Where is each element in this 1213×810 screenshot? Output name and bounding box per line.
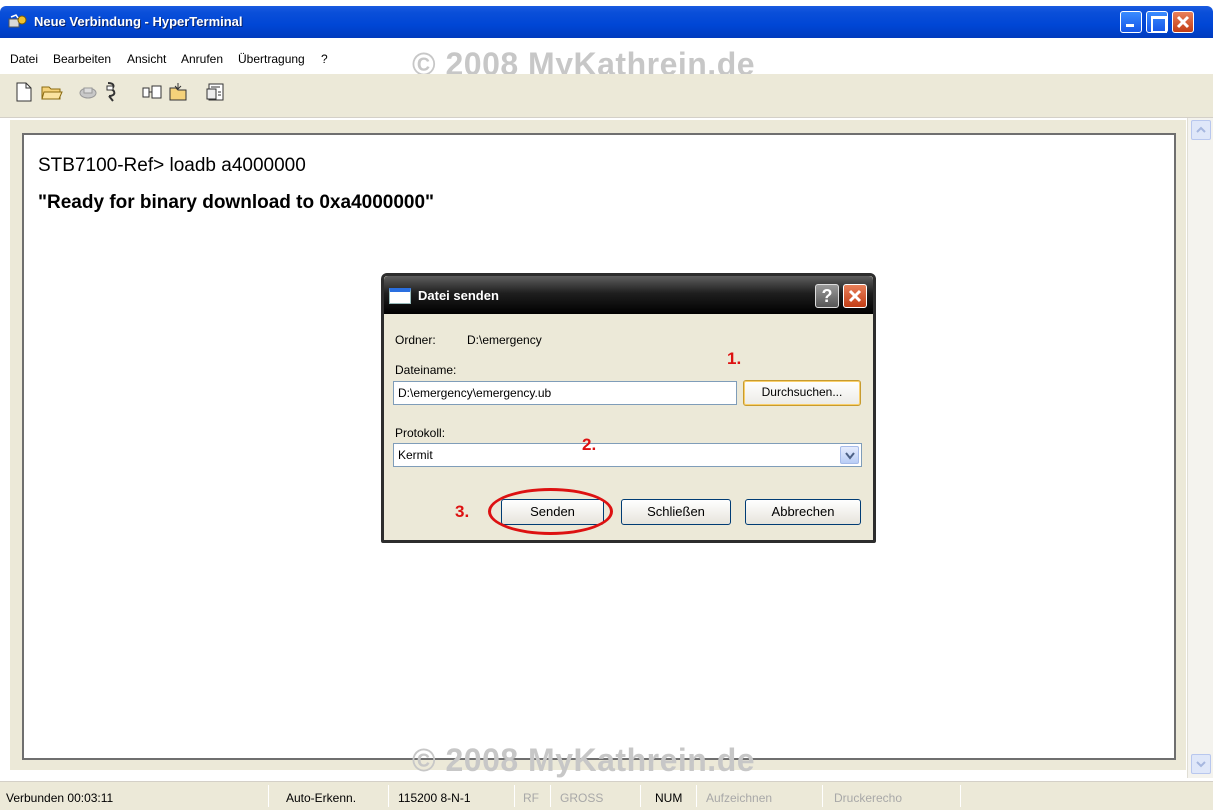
protocol-select[interactable]: Kermit bbox=[393, 443, 862, 467]
status-separator bbox=[268, 785, 269, 807]
protocol-selected-value: Kermit bbox=[398, 448, 433, 462]
vertical-scrollbar[interactable] bbox=[1187, 118, 1213, 778]
protocol-label: Protokoll: bbox=[395, 426, 446, 440]
dropdown-button[interactable] bbox=[840, 446, 859, 464]
window-titlebar: Neue Verbindung - HyperTerminal bbox=[0, 6, 1213, 38]
close-icon bbox=[848, 289, 862, 303]
dialog-titlebar: Datei senden ? bbox=[384, 276, 873, 314]
window-icon bbox=[389, 288, 411, 304]
annotation-step-3: 3. bbox=[455, 502, 470, 521]
annotation-step-1: 1. bbox=[727, 349, 742, 368]
browse-button-label: Durchsuchen... bbox=[761, 385, 843, 399]
status-separator bbox=[640, 785, 641, 807]
menu-bar: Datei Bearbeiten Ansicht Anrufen Übertra… bbox=[0, 38, 1213, 82]
send-icon[interactable] bbox=[140, 80, 164, 104]
new-document-icon[interactable] bbox=[12, 80, 36, 104]
folder-value: D:\emergency bbox=[467, 333, 542, 347]
status-rf: RF bbox=[523, 791, 539, 805]
menu-uebertragung[interactable]: Übertragung bbox=[238, 52, 305, 66]
dialog-close-button[interactable] bbox=[843, 284, 867, 308]
dialog-title: Datei senden bbox=[418, 288, 499, 303]
status-separator bbox=[388, 785, 389, 807]
hyperterminal-app-icon bbox=[8, 14, 27, 28]
folder-label: Ordner: bbox=[395, 333, 436, 347]
close-window-button[interactable] bbox=[1172, 11, 1194, 33]
status-separator bbox=[822, 785, 823, 807]
connect-icon[interactable] bbox=[76, 80, 100, 104]
send-file-dialog: Datei senden ? Ordner: D:\emergency Date… bbox=[381, 273, 876, 543]
receive-icon[interactable] bbox=[166, 80, 190, 104]
status-connected: Verbunden 00:03:11 bbox=[6, 791, 114, 805]
menu-bearbeiten[interactable]: Bearbeiten bbox=[53, 52, 111, 66]
window-title: Neue Verbindung - HyperTerminal bbox=[34, 14, 243, 29]
properties-icon[interactable] bbox=[204, 80, 228, 104]
close-icon bbox=[1176, 15, 1190, 29]
highlight-circle bbox=[488, 488, 613, 535]
menu-ansicht[interactable]: Ansicht bbox=[127, 52, 166, 66]
filename-input[interactable]: D:\emergency\emergency.ub bbox=[393, 381, 737, 405]
open-folder-icon[interactable] bbox=[40, 80, 64, 104]
menu-anrufen[interactable]: Anrufen bbox=[181, 52, 223, 66]
maximize-button[interactable] bbox=[1146, 11, 1168, 33]
disconnect-icon[interactable] bbox=[100, 80, 124, 104]
status-record: Aufzeichnen bbox=[706, 791, 773, 805]
status-detect: Auto-Erkenn. bbox=[286, 791, 357, 805]
scroll-down-button[interactable] bbox=[1191, 754, 1211, 774]
status-separator bbox=[514, 785, 515, 807]
filename-label: Dateiname: bbox=[395, 363, 457, 377]
scroll-up-button[interactable] bbox=[1191, 120, 1211, 140]
status-gross: GROSS bbox=[560, 791, 604, 805]
minimize-button[interactable] bbox=[1120, 11, 1142, 33]
toolbar bbox=[0, 74, 1213, 118]
terminal-line: "Ready for binary download to 0xa4000000… bbox=[38, 192, 435, 213]
close-button[interactable]: Schließen bbox=[621, 499, 731, 525]
status-separator bbox=[696, 785, 697, 807]
menu-datei[interactable]: Datei bbox=[10, 52, 38, 66]
help-button[interactable]: ? bbox=[815, 284, 839, 308]
status-bar: Verbunden 00:03:11 Auto-Erkenn. 115200 8… bbox=[0, 781, 1213, 810]
cancel-button[interactable]: Abbrechen bbox=[745, 499, 861, 525]
watermark: © 2008 MyKathrein.de bbox=[412, 742, 756, 778]
status-separator bbox=[960, 785, 961, 807]
chevron-down-icon bbox=[1196, 761, 1206, 768]
menu-help[interactable]: ? bbox=[321, 52, 328, 66]
status-separator bbox=[550, 785, 551, 807]
chevron-down-icon bbox=[845, 452, 855, 460]
status-num: NUM bbox=[655, 791, 683, 805]
annotation-step-2: 2. bbox=[582, 435, 597, 454]
browse-button[interactable]: Durchsuchen... bbox=[743, 380, 861, 406]
chevron-up-icon bbox=[1196, 126, 1206, 133]
status-echo: Druckerecho bbox=[834, 791, 903, 805]
terminal-line: STB7100-Ref> loadb a4000000 bbox=[38, 155, 306, 176]
status-baud: 115200 8-N-1 bbox=[398, 791, 471, 805]
